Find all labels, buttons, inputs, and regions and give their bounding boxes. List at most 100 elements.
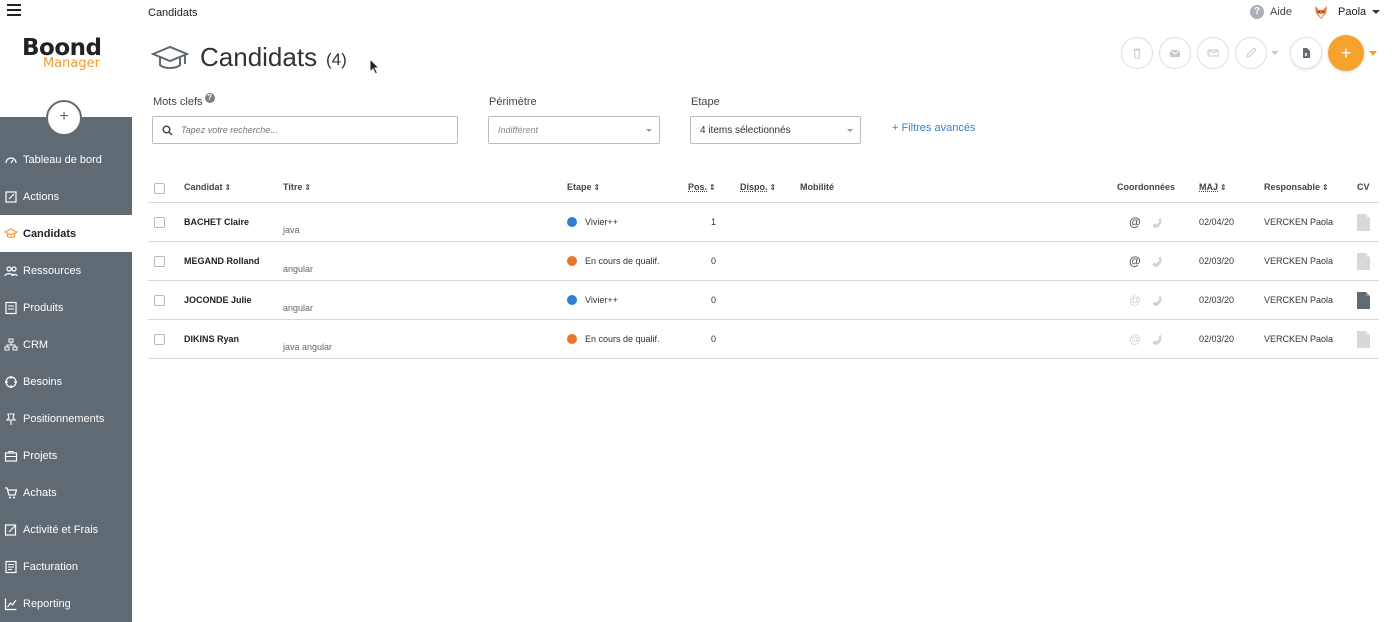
phone-icon[interactable] (1151, 255, 1163, 267)
page-title: Candidats (200, 42, 318, 72)
row-checkbox[interactable] (154, 217, 165, 228)
email-at-icon[interactable]: @ (1129, 215, 1141, 229)
table-row[interactable]: DIKINS Ryan java angular En cours de quali… (148, 320, 1379, 359)
sidebar-item-label: Projets (23, 449, 58, 462)
candidate-name-link[interactable]: MEGAND Rolland (184, 256, 260, 266)
candidate-name-link[interactable]: JOCONDE Julie (184, 295, 252, 305)
add-candidate-button[interactable]: + (1328, 35, 1364, 71)
column-label: Dispo. (740, 182, 768, 192)
status-dot (567, 217, 577, 227)
sidebar-item-label: Ressources (23, 264, 82, 277)
sidebar-item-projets[interactable]: Projets (0, 437, 132, 474)
cv-file-icon[interactable] (1356, 213, 1371, 232)
sidebar-item-besoins[interactable]: Besoins (0, 363, 132, 400)
email-at-icon[interactable]: @ (1129, 254, 1141, 268)
column-titre[interactable]: Titre ⇕ (283, 182, 311, 192)
quick-add-button[interactable]: + (46, 100, 82, 136)
candidate-name-link[interactable]: DIKINS Ryan (184, 334, 239, 344)
positionings-count: 0 (711, 256, 717, 266)
row-checkbox[interactable] (154, 334, 165, 345)
column-cv: CV (1357, 182, 1370, 192)
cv-file-icon[interactable] (1356, 252, 1371, 271)
sidebar-item-facturation[interactable]: Facturation (0, 548, 132, 585)
cv-file-icon[interactable] (1356, 291, 1371, 310)
sidebar-item-reporting[interactable]: Reporting (0, 585, 132, 622)
briefcase-icon (4, 450, 18, 462)
status-label: En cours de qualif. (585, 256, 660, 266)
positionings-count: 1 (711, 217, 717, 227)
help-link[interactable]: ? Aide (1250, 5, 1292, 19)
edit-dropdown-icon[interactable] (1271, 51, 1279, 55)
help-icon[interactable]: ? (204, 93, 215, 103)
advanced-filters-link[interactable]: + Filtres avancés (892, 122, 975, 134)
candidate-title: angular (283, 303, 314, 313)
column-maj[interactable]: MAJ ⇕ (1199, 182, 1227, 192)
table-row[interactable]: BACHET Claire java Vivier++ 1 @02/04/20 VERCK… (148, 203, 1379, 242)
keywords-label-text: Mots clefs (153, 96, 203, 108)
mouse-cursor-icon (369, 58, 381, 75)
candidate-title: java (283, 225, 300, 235)
phone-icon[interactable] (1151, 216, 1163, 228)
updated-date: 02/03/20 (1199, 334, 1235, 344)
candidate-name-link[interactable]: BACHET Claire (184, 217, 249, 227)
sidebar-item-label: Candidats (23, 227, 77, 240)
column-pos[interactable]: Pos. ⇕ (688, 182, 716, 192)
hamburger-menu-icon[interactable] (7, 4, 21, 16)
add-dropdown-icon[interactable] (1369, 51, 1377, 56)
mailing-button[interactable] (1197, 37, 1229, 69)
table-row[interactable]: MEGAND Rolland angular En cours de qualif.… (148, 242, 1379, 281)
updated-date: 02/03/20 (1199, 256, 1235, 266)
graduation-cap-icon (4, 227, 18, 238)
actions-icon (5, 190, 17, 203)
sort-icon: ⇕ (709, 183, 716, 192)
envelope-icon (1169, 49, 1181, 57)
status-dot (567, 334, 577, 344)
sidebar-item-achats[interactable]: Achats (0, 474, 132, 511)
column-dispo[interactable]: Dispo. ⇕ (740, 182, 776, 192)
user-menu[interactable]: Paola (1313, 4, 1381, 20)
breadcrumb: Candidats (148, 7, 198, 19)
column-label: Pos. (688, 182, 708, 192)
search-field[interactable] (152, 116, 458, 144)
email-at-icon[interactable]: @ (1129, 332, 1141, 346)
edit-button[interactable] (1235, 37, 1267, 69)
sidebar-item-produits[interactable]: Produits (0, 289, 132, 326)
column-etape[interactable]: Etape ⇕ (567, 182, 600, 192)
sidebar-item-ressources[interactable]: Ressources (0, 252, 132, 289)
perimetre-select[interactable]: Indifférent (488, 116, 660, 144)
search-input[interactable] (181, 125, 441, 135)
row-checkbox[interactable] (154, 256, 165, 267)
email-at-icon[interactable]: @ (1129, 293, 1141, 307)
logo[interactable]: Boond Manager (22, 36, 112, 71)
sidebar-item-tableau-de-bord[interactable]: Tableau de bord (0, 141, 132, 178)
edit-icon (4, 523, 17, 536)
delete-button[interactable] (1121, 37, 1153, 69)
chevron-down-icon (646, 129, 652, 132)
table-row[interactable]: JOCONDE Julie angular Vivier++ 0 @02/03/20 VE… (148, 281, 1379, 320)
invoice-icon (5, 560, 17, 573)
row-checkbox[interactable] (154, 295, 165, 306)
dashboard-icon (5, 156, 17, 163)
select-all-checkbox[interactable] (154, 183, 165, 194)
column-label: Coordonnées (1117, 182, 1176, 192)
cv-file-icon[interactable] (1356, 330, 1371, 349)
sidebar-item-actions[interactable]: Actions (0, 178, 132, 215)
mailing-icon (1207, 49, 1219, 57)
sidebar-item-positionnements[interactable]: Positionnements (0, 400, 132, 437)
users-icon (4, 265, 18, 276)
export-button[interactable] (1290, 37, 1322, 69)
sidebar-item-candidats[interactable]: Candidats (0, 215, 132, 252)
email-button[interactable] (1159, 37, 1191, 69)
status-dot (567, 295, 577, 305)
column-candidat[interactable]: Candidat ⇕ (184, 182, 231, 192)
column-label: Titre (283, 182, 303, 192)
sidebar-item-activite-et-frais[interactable]: Activité et Frais (0, 511, 132, 548)
column-label: Responsable (1264, 182, 1321, 192)
sidebar-item-crm[interactable]: CRM (0, 326, 132, 363)
sort-icon: ⇕ (769, 183, 777, 192)
etape-value: 4 items sélectionnés (700, 124, 791, 136)
column-responsable[interactable]: Responsable ⇕ (1264, 182, 1329, 192)
etape-select[interactable]: 4 items sélectionnés (690, 116, 861, 144)
phone-icon[interactable] (1151, 294, 1163, 306)
phone-icon[interactable] (1151, 333, 1163, 345)
